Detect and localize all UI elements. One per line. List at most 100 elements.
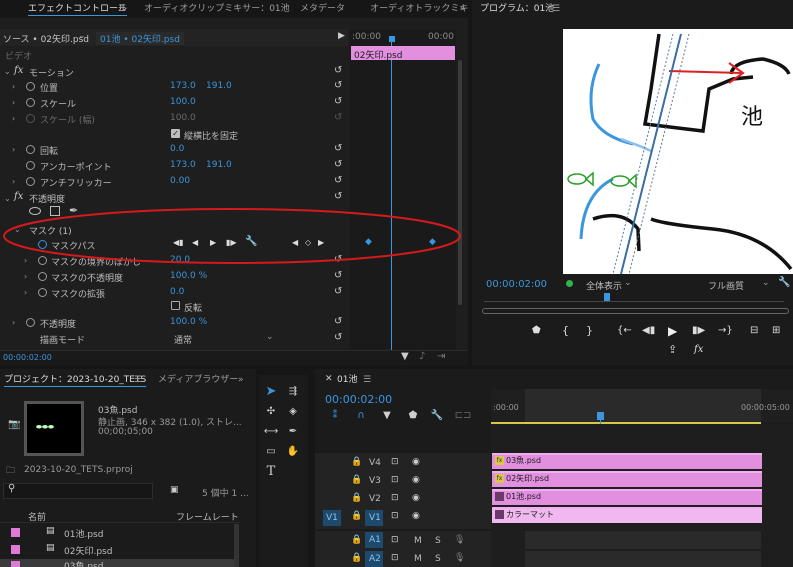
sync-lock-icon[interactable]: ⊡ — [391, 511, 399, 521]
collapse-arrow-icon[interactable]: ▶ — [338, 31, 345, 41]
hand-tool-icon[interactable]: ✋ — [285, 444, 301, 458]
clip-v2[interactable]: 01池.psd — [492, 489, 762, 505]
sequence-tab[interactable]: 01池 — [337, 371, 357, 389]
microphone-icon[interactable]: 🎙 — [454, 535, 465, 545]
sync-lock-icon[interactable]: ⊡ — [391, 475, 399, 485]
eye-icon[interactable]: ◉ — [412, 511, 420, 521]
expand-motion-icon[interactable]: ⌄ — [4, 67, 11, 76]
insert-icon[interactable]: ⊟ — [750, 325, 758, 336]
tab-metadata[interactable]: メタデータ — [300, 0, 345, 18]
clip-v1[interactable]: カラーマット — [492, 507, 762, 523]
col-name[interactable]: 名前 — [28, 510, 46, 523]
lock-icon[interactable]: 🔒 — [351, 553, 362, 563]
fx-badge-icon[interactable] — [495, 492, 504, 501]
clip-v4[interactable]: 03魚.psd — [492, 453, 762, 469]
program-scrubber[interactable] — [484, 294, 784, 302]
fx-icon[interactable]: fx — [14, 191, 23, 202]
play-icon[interactable]: ▶ — [668, 324, 677, 338]
add-marker-icon[interactable]: ⬟ — [532, 325, 541, 336]
panel-menu-icon[interactable]: ☰ — [134, 371, 142, 389]
anchor-y-value[interactable]: 191.0 — [206, 160, 232, 170]
mute-button[interactable]: M — [414, 554, 422, 564]
selection-tool-icon[interactable]: ➤ — [263, 384, 279, 399]
program-timecode[interactable]: 00:00:02:00 — [486, 279, 547, 290]
mark-out-icon[interactable]: } — [586, 324, 593, 337]
go-to-out-icon[interactable]: →} — [718, 325, 733, 336]
inverted-checkbox[interactable] — [171, 301, 180, 310]
fx-icon[interactable]: fx — [14, 65, 23, 76]
fx-badge-icon[interactable]: fx — [495, 456, 504, 465]
panel-menu-icon[interactable]: ☰ — [363, 371, 371, 389]
stopwatch-icon[interactable] — [38, 288, 47, 297]
reset-opacity-section-icon[interactable]: ↺ — [334, 192, 344, 202]
lock-icon[interactable]: 🔒 — [351, 493, 362, 503]
expand-scale-icon[interactable]: › — [12, 98, 15, 107]
stopwatch-icon[interactable] — [26, 82, 35, 91]
magnet-icon[interactable]: ∩ — [353, 408, 369, 422]
reset-mask-expansion-icon[interactable]: ↺ — [334, 287, 344, 297]
expand-rotation-icon[interactable]: › — [12, 145, 15, 154]
sync-lock-icon[interactable]: ⊡ — [391, 553, 399, 563]
more-tabs-icon[interactable]: » — [238, 371, 244, 389]
export-icon[interactable]: ⇥ — [437, 351, 445, 362]
reset-anti-flicker-icon[interactable]: ↺ — [334, 176, 344, 186]
audio-icon[interactable]: ♪ — [419, 351, 425, 362]
selected-thumbnail[interactable] — [24, 401, 84, 456]
wrench-icon[interactable]: 🔧 — [429, 408, 445, 422]
sequence-clip-label[interactable]: 01池 • 02矢印.psd — [96, 32, 184, 45]
anti-flicker-value[interactable]: 0.00 — [170, 176, 190, 186]
mark-in-icon[interactable]: { — [562, 324, 569, 337]
program-playhead[interactable] — [604, 293, 610, 301]
label-color-swatch[interactable] — [11, 561, 20, 567]
program-tab[interactable]: プログラム：01池 — [480, 0, 554, 18]
go-to-in-icon[interactable]: {← — [617, 325, 632, 336]
slip-tool-icon[interactable]: ⟷ — [263, 424, 279, 438]
blend-mode-dropdown[interactable]: 通常 — [174, 333, 192, 346]
lock-icon[interactable]: 🔒 — [351, 457, 362, 467]
microphone-icon[interactable]: 🎙 — [454, 553, 465, 563]
bin-icon[interactable]: ▣ — [170, 485, 179, 495]
reset-scale-icon[interactable]: ↺ — [334, 97, 344, 107]
tab-media-browser[interactable]: メディアブラウザー — [158, 371, 238, 389]
panel-menu-icon[interactable]: ☰ — [552, 0, 560, 18]
col-framerate[interactable]: フレームレート — [176, 510, 239, 523]
lock-icon[interactable]: 🔒 — [351, 511, 362, 521]
captions-icon[interactable]: ⊏⊐ — [455, 408, 472, 422]
reset-position-icon[interactable]: ↺ — [334, 81, 344, 91]
wrench-icon[interactable]: 🔧 — [778, 277, 790, 288]
opacity-value[interactable]: 100.0 % — [170, 317, 207, 327]
position-y-value[interactable]: 191.0 — [206, 81, 232, 91]
rectangle-tool-icon[interactable]: ▭ — [263, 444, 279, 458]
expand-anti-flicker-icon[interactable]: › — [12, 177, 15, 186]
zoom-bar[interactable] — [482, 308, 789, 314]
panel-menu-icon[interactable]: ☰ — [118, 0, 126, 18]
ec-timecode[interactable]: 00:00:02:00 — [3, 353, 52, 362]
expand-mask-opacity-icon[interactable]: › — [24, 272, 27, 281]
ec-mini-timeline[interactable] — [350, 29, 456, 349]
snap-icon[interactable]: ⁑ — [327, 408, 343, 422]
step-forward-icon[interactable]: ▮▶ — [692, 325, 705, 336]
uniform-scale-checkbox[interactable]: ✓ — [171, 129, 180, 138]
fx-badge-icon[interactable]: fx — [495, 474, 504, 483]
eye-icon[interactable]: ◉ — [412, 493, 420, 503]
list-item[interactable]: 03魚.psd — [64, 560, 103, 567]
expand-mask-expansion-icon[interactable]: › — [24, 288, 27, 297]
mask-opacity-value[interactable]: 100.0 % — [170, 271, 207, 281]
expand-position-icon[interactable]: › — [12, 82, 15, 91]
list-item[interactable]: 01池.psd — [64, 527, 103, 540]
audio-track-a2[interactable] — [525, 551, 761, 567]
project-scrollbar[interactable] — [234, 524, 239, 567]
tab-audio-track-mixer[interactable]: オーディオトラックミキ — [370, 0, 468, 18]
lock-icon[interactable]: 🔒 — [351, 535, 362, 545]
solo-button[interactable]: S — [435, 554, 441, 564]
reset-mask-opacity-icon[interactable]: ↺ — [334, 271, 344, 281]
tab-effect-controls[interactable]: エフェクトコントロール — [28, 0, 127, 18]
filter-icon[interactable]: ▼ — [401, 351, 409, 362]
type-tool-icon[interactable]: T — [263, 464, 279, 479]
label-color-swatch[interactable] — [11, 545, 20, 554]
stopwatch-icon[interactable] — [26, 177, 35, 186]
clip-v3[interactable]: 02矢印.psd — [492, 471, 762, 487]
chevron-down-icon[interactable]: ⌄ — [762, 278, 770, 288]
stopwatch-icon[interactable] — [38, 272, 47, 281]
scale-value[interactable]: 100.0 — [170, 97, 196, 107]
